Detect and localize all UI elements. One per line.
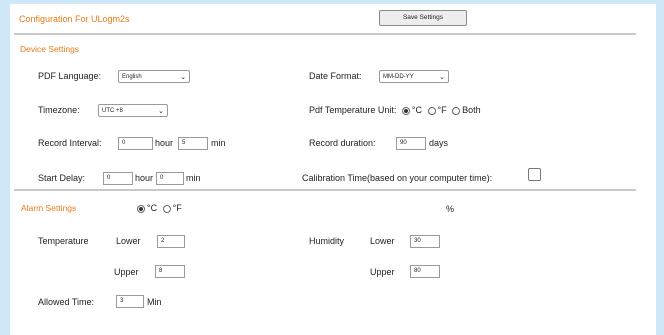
alarm-unit-celsius-radio[interactable] [137,204,145,213]
pdf-language-label: PDF Language: [38,71,102,81]
divider-alarm [14,189,636,191]
start-delay-min-unit: min [186,173,201,183]
alarm-unit-fahrenheit-label: °F [172,203,182,213]
alarm-unit-group: °C °F [134,203,182,213]
humidity-percent-label: % [446,204,455,214]
record-duration-input[interactable]: 90 [396,137,426,150]
record-duration-unit: days [429,138,449,148]
config-panel: Configuration For ULogm2s Save Settings … [10,4,656,335]
allowed-time-label: Allowed Time: [38,297,95,307]
calibration-checkbox[interactable] [528,168,541,181]
record-interval-hour-unit: hour [155,138,174,148]
pdf-language-select[interactable]: English ⌄ [118,70,190,83]
humidity-label: Humidity [309,236,345,246]
temp-lower-input[interactable]: 2 [157,235,185,248]
pdf-unit-celsius-label: °C [411,105,423,115]
record-interval-hour-input[interactable]: 0 [118,137,153,150]
pdf-unit-both-label: Both [462,105,481,115]
alarm-unit-celsius-label: °C [147,203,158,213]
temp-upper-label: Upper [114,267,139,277]
start-delay-hour-unit: hour [135,173,154,183]
start-delay-hour-input[interactable]: 0 [103,172,133,185]
date-format-label: Date Format: [309,71,362,81]
divider-top [14,33,636,35]
device-settings-heading: Device Settings [20,44,80,54]
pdf-unit-fahrenheit-radio[interactable] [427,106,436,115]
pdf-unit-celsius-radio[interactable] [401,106,410,115]
hum-upper-label: Upper [370,267,395,277]
record-interval-label: Record Interval: [38,138,102,148]
timezone-value: UTC +8 [102,108,123,114]
pdf-language-value: English [122,74,142,80]
hum-lower-label: Lower [370,236,395,246]
calibration-label: Calibration Time(based on your computer … [302,173,493,183]
date-format-select[interactable]: MM-DD-YY ⌄ [379,70,449,83]
allowed-time-unit: Min [147,297,162,307]
temp-lower-label: Lower [116,236,141,246]
pdf-unit-fahrenheit-label: °F [437,105,447,115]
record-duration-label: Record duration: [309,138,376,148]
alarm-settings-heading: Alarm Settings [21,203,77,213]
hum-upper-input[interactable]: 80 [410,265,440,278]
chevron-down-icon: ⌄ [439,74,445,81]
timezone-label: Timezone: [38,105,80,115]
alarm-unit-fahrenheit-radio[interactable] [162,204,171,213]
pdf-temp-unit-group: Pdf Temperature Unit: °C °F Both [309,105,481,115]
record-interval-min-unit: min [211,138,226,148]
start-delay-min-input[interactable]: 0 [156,172,184,185]
hum-lower-input[interactable]: 30 [410,235,440,248]
timezone-select[interactable]: UTC +8 ⌄ [98,104,168,117]
temp-upper-input[interactable]: 8 [155,265,185,278]
temperature-label: Temperature [38,236,89,246]
start-delay-label: Start Delay: [38,173,86,183]
pdf-unit-both-radio[interactable] [452,106,461,115]
save-settings-button[interactable]: Save Settings [379,10,467,26]
record-interval-min-input[interactable]: 5 [178,137,208,150]
chevron-down-icon: ⌄ [180,74,186,81]
chevron-down-icon: ⌄ [158,108,164,115]
pdf-temp-unit-label: Pdf Temperature Unit: [309,105,397,115]
date-format-value: MM-DD-YY [383,74,414,80]
page-title: Configuration For ULogm2s [19,14,130,24]
allowed-time-input[interactable]: 3 [116,295,144,308]
